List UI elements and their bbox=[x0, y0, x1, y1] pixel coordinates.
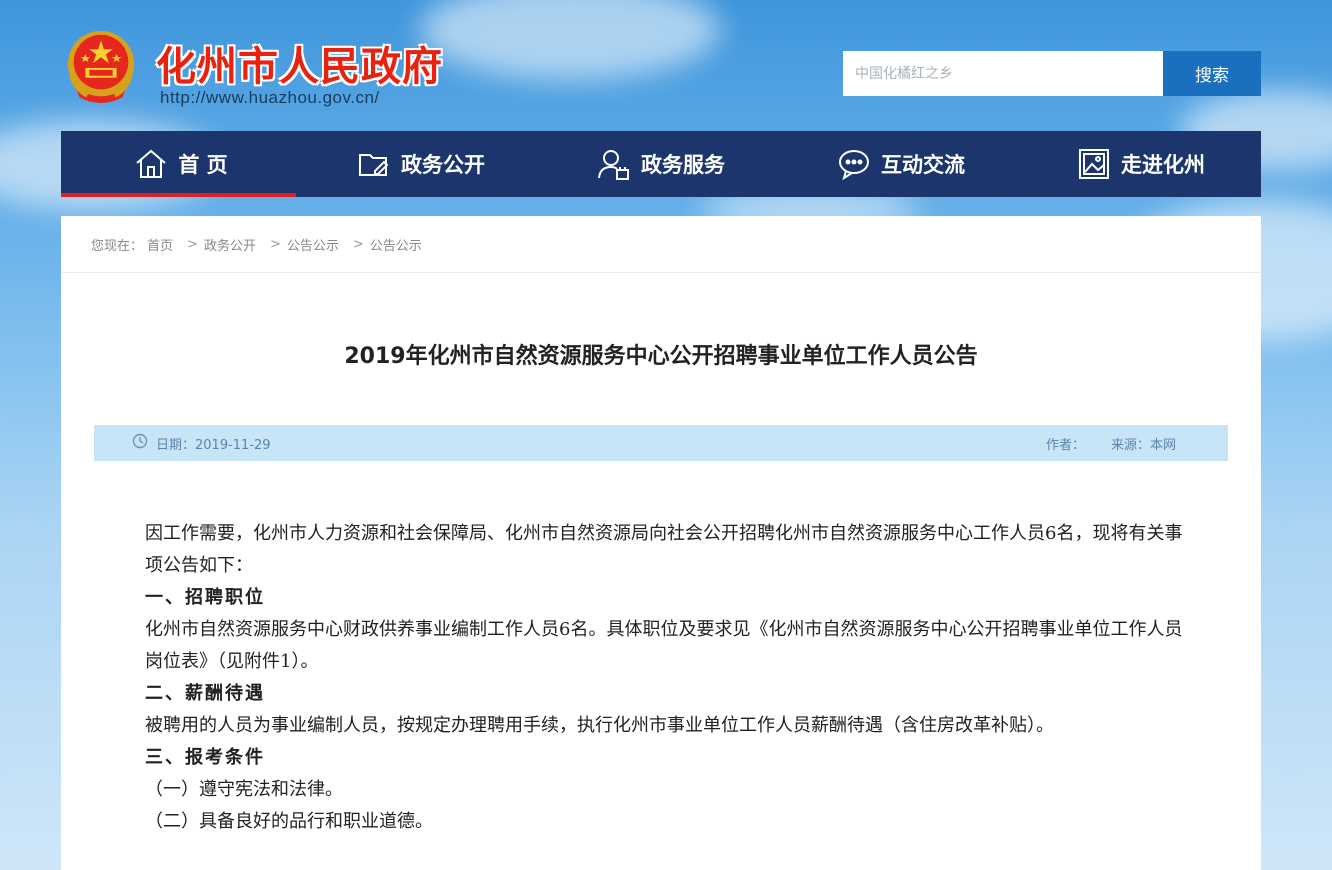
nav-item-government-affairs[interactable]: 政务公开 bbox=[301, 131, 541, 197]
search-bar: 搜索 bbox=[843, 51, 1261, 96]
body-paragraph: （二）具备良好的品行和职业道德。 bbox=[145, 811, 433, 832]
body-paragraph: 因工作需要，化州市人力资源和社会保障局、化州市自然资源局向社会公开招聘化州市自然… bbox=[145, 523, 1183, 576]
site-url: http://www.huazhou.gov.cn/ bbox=[160, 88, 380, 107]
content-panel: 您现在： 首页 > 政务公开 > 公告公示 > 公告公示 2019年化州市自然资… bbox=[61, 216, 1261, 870]
breadcrumb-prefix: 您现在： bbox=[91, 238, 144, 254]
author-label: 作者： bbox=[1045, 437, 1085, 453]
national-emblem-logo bbox=[62, 26, 140, 106]
breadcrumb-separator: > bbox=[352, 236, 364, 252]
body-paragraph: （一）遵守宪法和法律。 bbox=[145, 779, 343, 800]
main-nav: 首 页 政务公开 政务服务 互动交流 走进化州 bbox=[61, 131, 1261, 197]
picture-icon bbox=[1077, 147, 1111, 181]
section-heading: 三、报考条件 bbox=[145, 747, 265, 768]
breadcrumb-link[interactable]: 首页 bbox=[147, 235, 173, 254]
article-body: 因工作需要，化州市人力资源和社会保障局、化州市自然资源局向社会公开招聘化州市自然… bbox=[145, 518, 1185, 838]
home-icon bbox=[134, 147, 168, 181]
nav-label: 政务公开 bbox=[401, 153, 485, 177]
clock-icon bbox=[132, 433, 156, 453]
breadcrumb: 您现在： 首页 > 政务公开 > 公告公示 > 公告公示 bbox=[61, 216, 1261, 273]
nav-item-home[interactable]: 首 页 bbox=[61, 131, 301, 197]
nav-label: 首 页 bbox=[178, 153, 228, 177]
section-heading: 二、薪酬待遇 bbox=[145, 683, 265, 704]
folder-edit-icon bbox=[357, 147, 391, 181]
site-title: 化州市人民政府 bbox=[156, 44, 443, 90]
source-label: 来源：本网 bbox=[1110, 437, 1176, 453]
article-meta-bar: 日期：2019-11-29 作者： 来源：本网 bbox=[94, 425, 1228, 461]
article-date: 日期：2019-11-29 bbox=[132, 433, 271, 453]
body-paragraph: 化州市自然资源服务中心财政供养事业编制工作人员6名。具体职位及要求见《化州市自然… bbox=[145, 619, 1183, 672]
nav-item-about-huazhou[interactable]: 走进化州 bbox=[1021, 131, 1261, 197]
article-title: 2019年化州市自然资源服务中心公开招聘事业单位工作人员公告 bbox=[344, 344, 978, 369]
breadcrumb-link[interactable]: 政务公开 bbox=[204, 235, 256, 254]
nav-item-interaction[interactable]: 互动交流 bbox=[781, 131, 1021, 197]
breadcrumb-link[interactable]: 公告公示 bbox=[287, 235, 339, 254]
nav-label: 互动交流 bbox=[881, 153, 965, 177]
date-text: 日期：2019-11-29 bbox=[156, 437, 271, 453]
breadcrumb-link[interactable]: 公告公示 bbox=[370, 235, 422, 254]
user-service-icon bbox=[597, 147, 631, 181]
body-paragraph: 被聘用的人员为事业编制人员，按规定办理聘用手续，执行化州市事业单位工作人员薪酬待… bbox=[145, 715, 1054, 736]
breadcrumb-separator: > bbox=[269, 236, 281, 252]
nav-label: 走进化州 bbox=[1121, 153, 1205, 177]
section-heading: 一、招聘职位 bbox=[145, 587, 265, 608]
search-button[interactable]: 搜索 bbox=[1163, 51, 1261, 96]
nav-item-government-services[interactable]: 政务服务 bbox=[541, 131, 781, 197]
nav-label: 政务服务 bbox=[641, 153, 725, 177]
chat-icon bbox=[837, 147, 871, 181]
search-input[interactable] bbox=[843, 51, 1163, 96]
breadcrumb-separator: > bbox=[187, 236, 198, 252]
